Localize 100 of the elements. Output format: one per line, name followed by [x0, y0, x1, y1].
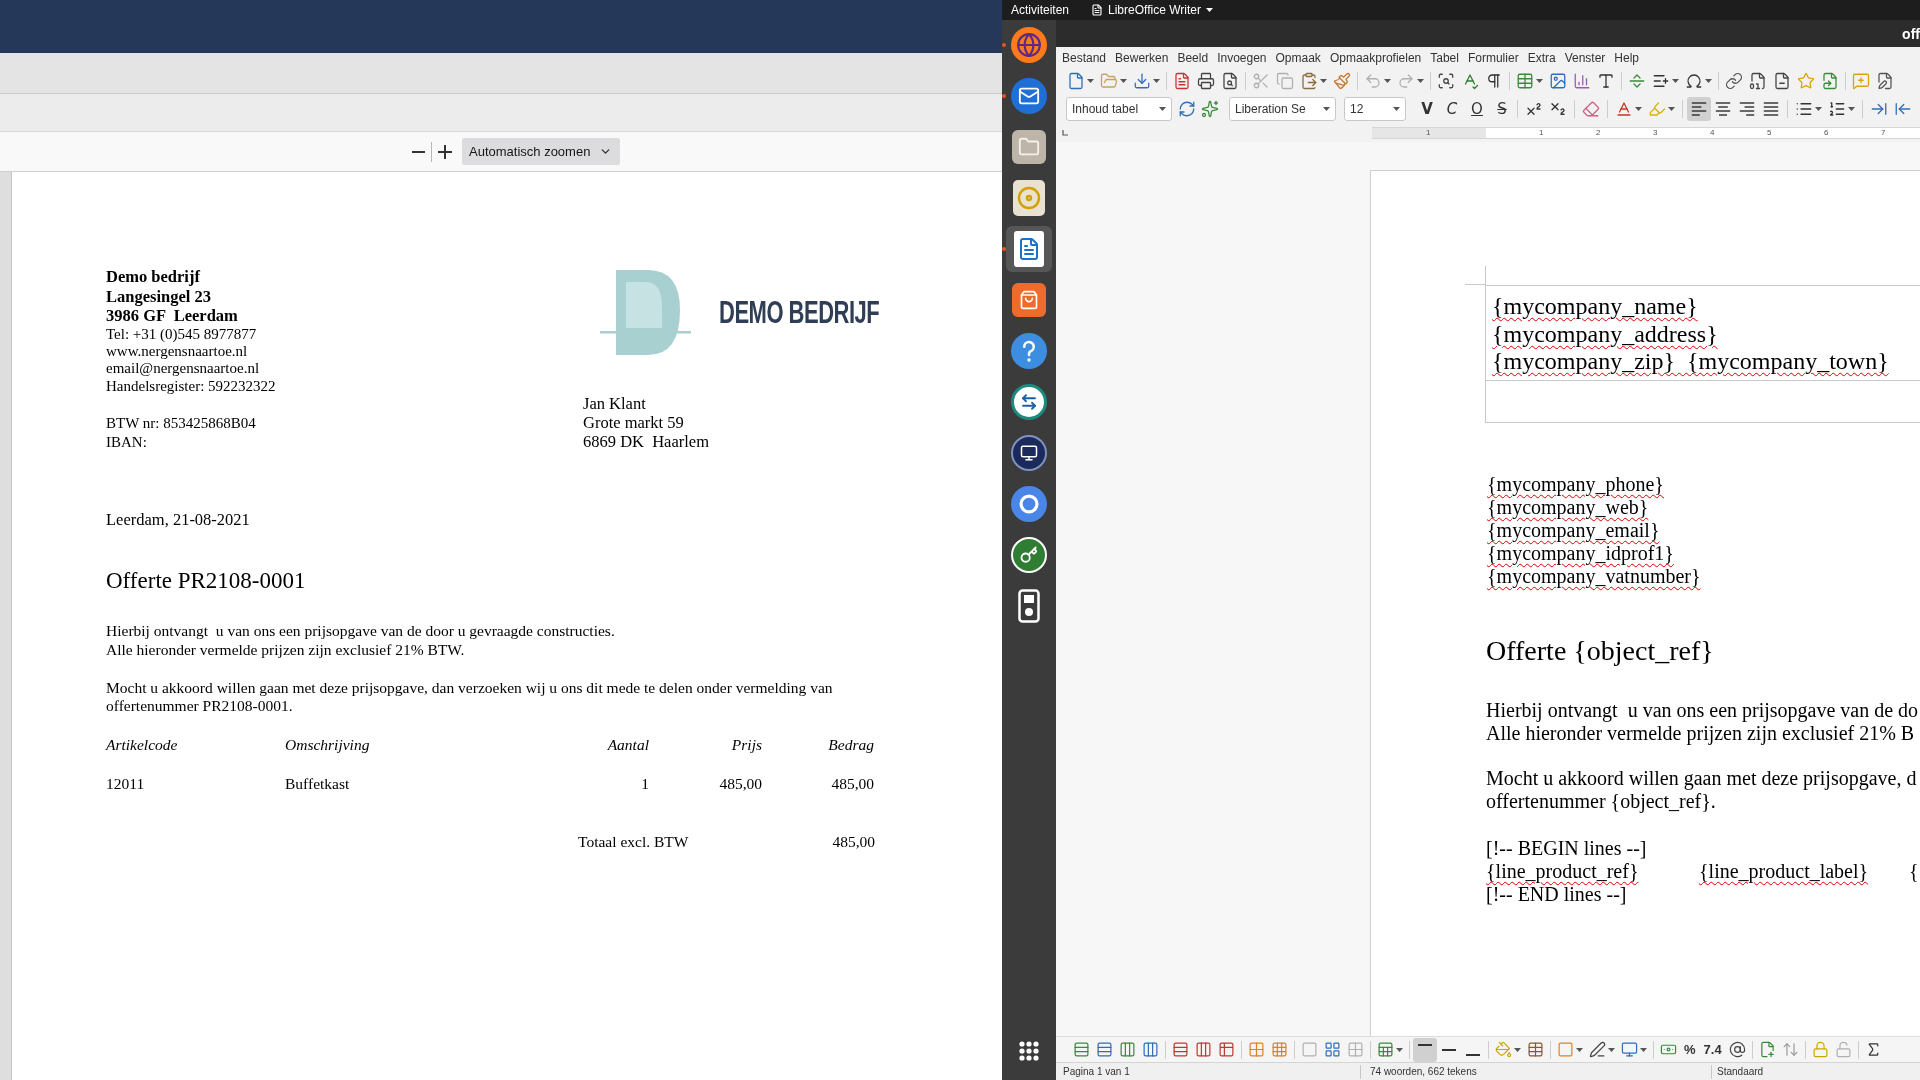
rows-icon[interactable]	[1073, 1041, 1090, 1058]
eraser-icon[interactable]	[1582, 100, 1600, 118]
menu-item[interactable]: Tabel	[1430, 51, 1459, 64]
caret-icon[interactable]	[1705, 79, 1712, 83]
menu-item[interactable]: Invoegen	[1217, 51, 1267, 64]
bullet-list-icon[interactable]	[1795, 100, 1813, 118]
image-icon[interactable]	[1549, 72, 1567, 90]
caret-icon[interactable]	[1384, 79, 1391, 83]
number-format-button[interactable]: 7.4	[1703, 1043, 1722, 1056]
caret-icon[interactable]	[1848, 107, 1855, 111]
four-squares-icon[interactable]	[1324, 1041, 1341, 1058]
list-plus-icon[interactable]	[1652, 72, 1670, 90]
font-size-select[interactable]: 12	[1344, 97, 1406, 121]
table-icon[interactable]	[1527, 1041, 1544, 1058]
caret-icon[interactable]	[1640, 1047, 1647, 1052]
align-top-button[interactable]	[1413, 1037, 1437, 1062]
clipboard-icon[interactable]	[1300, 72, 1318, 90]
file-pen-icon[interactable]	[1876, 72, 1894, 90]
placeholder-line: {mycompany_idprof1}	[1487, 542, 1674, 565]
arrow-left-bar-icon[interactable]	[1894, 100, 1912, 118]
marker-line: [!-- BEGIN lines --]	[1486, 837, 1647, 860]
columns-icon[interactable]	[1119, 1041, 1136, 1058]
zoom-select[interactable]: Automatisch zoomen	[462, 138, 620, 165]
font-name-select[interactable]: Liberation Se	[1229, 97, 1336, 121]
star-icon[interactable]	[1797, 72, 1815, 90]
table-icon[interactable]	[1377, 1041, 1394, 1058]
menu-item[interactable]: Opmaak	[1275, 51, 1321, 64]
file-minus-icon[interactable]	[1773, 72, 1791, 90]
file-plus-icon[interactable]	[1758, 1041, 1776, 1058]
menu-item[interactable]: Beeld	[1177, 51, 1209, 64]
menu-item[interactable]: Bestand	[1062, 51, 1107, 64]
dock-item[interactable]	[1006, 226, 1052, 272]
divider-chevrons-icon[interactable]	[1628, 72, 1646, 90]
caret-icon[interactable]	[1320, 79, 1327, 83]
menu-item[interactable]: Bewerken	[1115, 51, 1169, 64]
caret-icon[interactable]	[1608, 1047, 1615, 1052]
printer-icon[interactable]	[1197, 72, 1215, 90]
letter-t-icon[interactable]	[1597, 72, 1615, 90]
subscript-icon[interactable]	[1549, 100, 1567, 118]
caret-icon[interactable]	[1087, 79, 1094, 83]
file-text-icon[interactable]	[1173, 72, 1191, 90]
columns-icon[interactable]	[1142, 1041, 1159, 1058]
download-arrow-icon[interactable]	[1133, 72, 1151, 90]
letter-a-underline-icon[interactable]	[1615, 100, 1633, 118]
caret-icon[interactable]	[1536, 79, 1543, 83]
app-grid-button[interactable]	[1016, 1038, 1042, 1064]
scan-magnifier-icon[interactable]	[1437, 72, 1455, 90]
marker-line: [!-- END lines --]	[1486, 883, 1627, 906]
caret-icon[interactable]	[1576, 1047, 1583, 1052]
omega-icon[interactable]	[1685, 72, 1703, 90]
grid-icon[interactable]	[1248, 1041, 1265, 1058]
bold-button[interactable]: V	[1416, 98, 1438, 120]
columns-icon[interactable]	[1195, 1041, 1212, 1058]
app-menu[interactable]: LibreOffice Writer	[1091, 4, 1213, 16]
file-arrow-icon[interactable]	[1821, 72, 1839, 90]
superscript-icon[interactable]	[1525, 100, 1543, 118]
paintbrush-icon[interactable]	[1333, 72, 1351, 90]
alignment-button[interactable]	[1687, 97, 1711, 121]
numbered-list-icon[interactable]	[1828, 100, 1846, 118]
table-cell: 485,00	[719, 774, 762, 793]
file-magnifier-icon[interactable]	[1221, 72, 1239, 90]
sparkle-icon[interactable]	[1201, 100, 1219, 118]
link-icon[interactable]	[1725, 72, 1743, 90]
menu-item[interactable]: Extra	[1527, 51, 1556, 64]
table-icon[interactable]	[1516, 72, 1534, 90]
at-sign-icon[interactable]	[1728, 1041, 1746, 1058]
rows-icon[interactable]	[1096, 1041, 1113, 1058]
caret-icon[interactable]	[1514, 1047, 1521, 1052]
monitor-icon	[1011, 435, 1047, 471]
caret-icon[interactable]	[1417, 79, 1424, 83]
bar-chart-icon[interactable]	[1573, 72, 1591, 90]
align-right-icon	[1739, 102, 1755, 116]
rows-icon[interactable]	[1172, 1041, 1189, 1058]
menu-item[interactable]: Opmaakprofielen	[1329, 51, 1422, 64]
placeholder-text: {	[1909, 860, 1919, 882]
paragraph-style-select[interactable]: Inhoud tabel	[1066, 97, 1172, 121]
refresh-icon[interactable]	[1178, 100, 1196, 118]
number-format-button[interactable]: %	[1684, 1043, 1696, 1056]
activities-button[interactable]: Activiteiten	[1011, 4, 1070, 16]
grid-icon[interactable]	[1271, 1041, 1288, 1058]
caret-icon[interactable]	[1635, 107, 1642, 111]
menu-item[interactable]: Help	[1614, 51, 1640, 64]
table-icon[interactable]	[1218, 1041, 1235, 1058]
pencil-icon[interactable]	[1589, 1041, 1606, 1058]
caret-icon[interactable]	[1153, 79, 1160, 83]
caret-icon[interactable]	[1120, 79, 1127, 83]
menu-item[interactable]: Venster	[1564, 51, 1606, 64]
italic-button[interactable]: C	[1441, 98, 1463, 120]
file-icon[interactable]	[1067, 72, 1085, 90]
file-digits-icon[interactable]	[1749, 72, 1767, 90]
arrow-right-bar-icon[interactable]	[1870, 100, 1888, 118]
caret-icon[interactable]	[1668, 107, 1675, 111]
menu-item[interactable]: Formulier	[1467, 51, 1519, 64]
caret-icon[interactable]	[1396, 1047, 1403, 1052]
strikethrough-button[interactable]: S	[1491, 98, 1513, 120]
caret-icon[interactable]	[1672, 79, 1679, 83]
underline-button[interactable]: O	[1466, 98, 1488, 120]
pilcrow-icon[interactable]	[1485, 72, 1503, 90]
monitor-icon[interactable]	[1621, 1041, 1638, 1058]
caret-icon[interactable]	[1815, 107, 1822, 111]
